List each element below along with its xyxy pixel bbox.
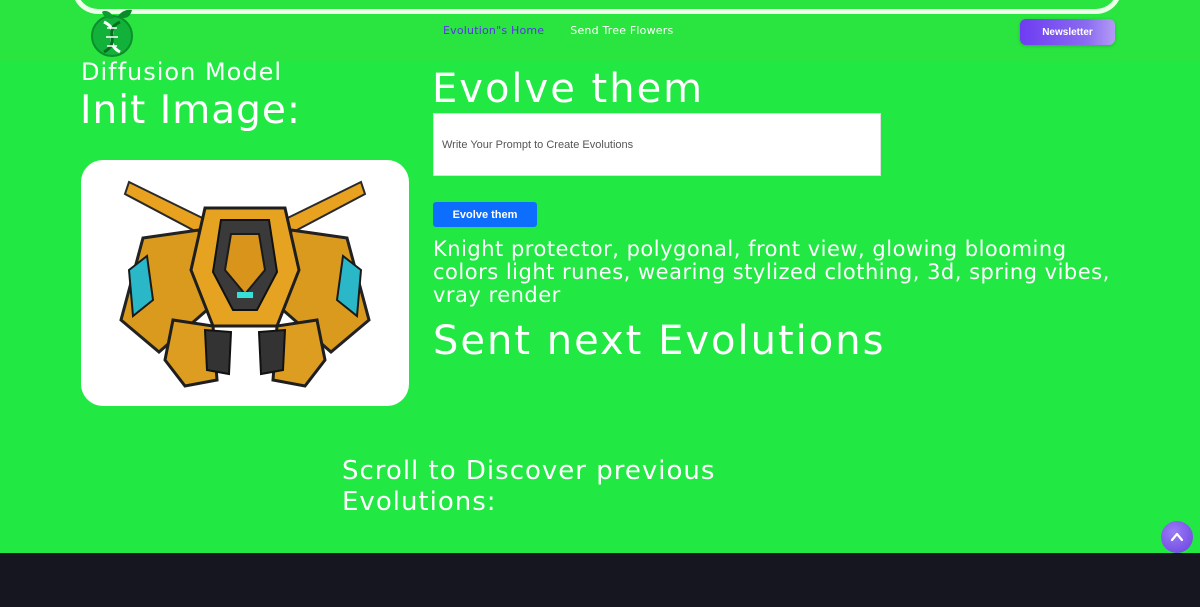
init-image-title: Init Image: <box>80 88 302 133</box>
back-to-top-button[interactable] <box>1161 521 1193 553</box>
init-image-subtitle: Diffusion Model <box>81 58 283 86</box>
newsletter-button[interactable]: Newsletter <box>1020 19 1115 45</box>
header-frame <box>72 0 1122 14</box>
evolve-button[interactable]: Evolve them <box>433 202 537 227</box>
main-nav: Evolution"s Home Send Tree Flowers <box>443 24 673 37</box>
chevron-up-icon <box>1170 532 1184 542</box>
sent-evolutions-heading: Sent next Evolutions <box>433 318 886 364</box>
scroll-discover-heading: Scroll to Discover previous Evolutions: <box>342 456 716 517</box>
prompt-input[interactable] <box>433 113 881 176</box>
prompt-display-text: Knight protector, polygonal, front view,… <box>433 237 1110 307</box>
dna-leaf-logo-icon[interactable] <box>88 6 138 60</box>
nav-link-send-tree-flowers[interactable]: Send Tree Flowers <box>570 24 673 37</box>
page-body: Evolution"s Home Send Tree Flowers Newsl… <box>0 0 1200 553</box>
init-image-card <box>81 160 409 406</box>
robot-image <box>119 180 371 388</box>
header: Evolution"s Home Send Tree Flowers Newsl… <box>0 0 1200 62</box>
nav-link-evolutions-home[interactable]: Evolution"s Home <box>443 24 544 37</box>
evolve-heading: Evolve them <box>432 66 705 112</box>
footer-band <box>0 553 1200 607</box>
